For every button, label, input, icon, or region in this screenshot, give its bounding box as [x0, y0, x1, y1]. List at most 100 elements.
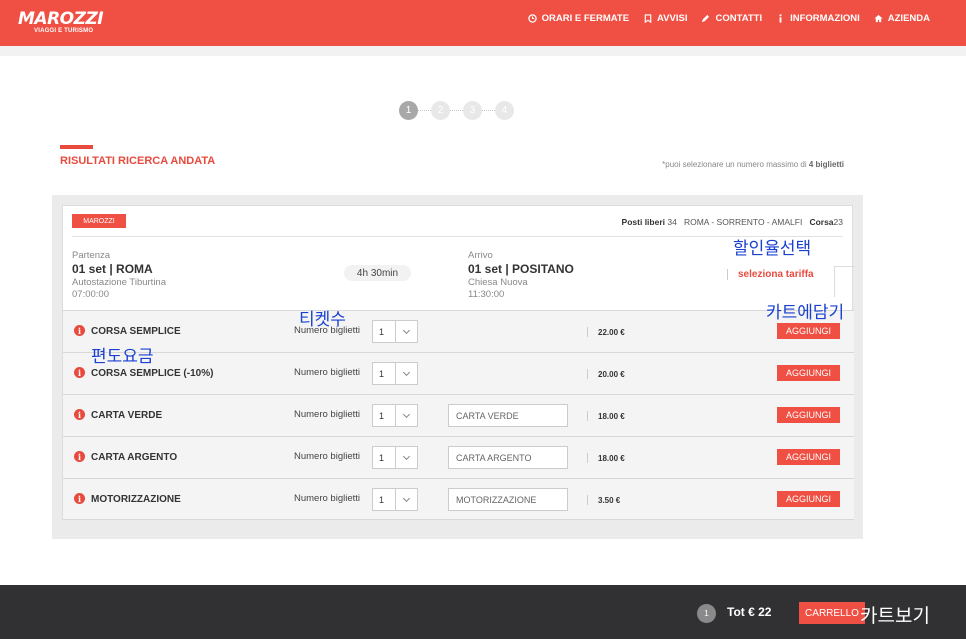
- operator-badge: MAROZZI: [72, 214, 126, 228]
- qty-value: 1: [373, 321, 396, 342]
- trip-duration: 4h 30min: [344, 265, 411, 281]
- add-to-cart-button[interactable]: AGGIUNGI: [777, 449, 840, 465]
- departure-label: Partenza: [72, 250, 111, 261]
- marozzi-logo[interactable]: MAROZZI VIAGGI E TURISMO: [18, 10, 108, 40]
- fare-price: 18.00 €: [598, 412, 625, 421]
- info-icon[interactable]: i: [74, 493, 85, 504]
- route-name: ROMA - SORRENTO - AMALFI: [683, 217, 803, 227]
- chevron-down-icon: [396, 321, 417, 342]
- price-separator: [587, 327, 588, 337]
- fare-price: 20.00 €: [598, 370, 625, 379]
- fare-row-corsa-semplice: i CORSA SEMPLICE Numero biglietti 1 22.0…: [63, 310, 854, 352]
- nav-avvisi[interactable]: AVVISI: [643, 13, 687, 24]
- info-icon[interactable]: i: [74, 325, 85, 336]
- nav-orari-e-fermate[interactable]: ORARI E FERMATE: [527, 13, 629, 24]
- clock-icon: [527, 14, 537, 23]
- ticket-quantity-select[interactable]: 1: [372, 488, 418, 511]
- annotation-discount-select: 할인율선택: [733, 239, 812, 259]
- corsa-label: Corsa: [809, 217, 834, 227]
- price-separator: [587, 495, 588, 505]
- card-number-input[interactable]: [448, 404, 568, 427]
- ticket-quantity-select[interactable]: 1: [372, 446, 418, 469]
- fare-name: CARTA VERDE: [91, 410, 163, 421]
- arrival-time: 11:30:00: [468, 289, 505, 300]
- departure-date-city: 01 set | ROMA: [72, 262, 153, 276]
- ticket-quantity-select[interactable]: 1: [372, 320, 418, 343]
- card-number-input[interactable]: [448, 446, 568, 469]
- fare-name: MOTORIZZAZIONE: [91, 494, 181, 505]
- cart-button[interactable]: CARRELLO: [799, 602, 865, 624]
- pencil-icon: [701, 14, 710, 23]
- trip-card: MAROZZI Posti liberi 34 ROMA - SORRENTO …: [62, 205, 855, 520]
- results-panel: MAROZZI Posti liberi 34 ROMA - SORRENTO …: [52, 195, 863, 539]
- info-icon[interactable]: i: [74, 367, 85, 378]
- arrival-station: Chiesa Nuova: [468, 277, 528, 288]
- card-number-input[interactable]: [448, 488, 568, 511]
- qty-label: Numero biglietti: [294, 409, 360, 420]
- corsa-value: 23: [833, 217, 843, 227]
- ticket-quantity-select[interactable]: 1: [372, 362, 418, 385]
- qty-value: 1: [373, 447, 396, 468]
- fare-name: CARTA ARGENTO: [91, 452, 178, 463]
- cart-count-badge: 1: [697, 604, 716, 623]
- nav-contatti[interactable]: CONTATTI: [701, 13, 762, 24]
- nav-label: CONTATTI: [715, 13, 763, 24]
- tariff-separator: [727, 269, 728, 280]
- price-separator: [587, 453, 588, 463]
- tariff-frame: [834, 266, 855, 297]
- annotation-view-cart: 카트보기: [860, 605, 930, 627]
- fare-row-motorizzazione: i MOTORIZZAZIONE Numero biglietti 1 3.50…: [63, 478, 854, 520]
- step-4: 4: [495, 100, 514, 120]
- departure-time: 07:00:00: [72, 289, 109, 300]
- ticket-quantity-select[interactable]: 1: [372, 404, 418, 427]
- fare-row-corsa-semplice-discount: i CORSA SEMPLICE (-10%) Numero biglietti…: [63, 352, 854, 394]
- step-3: 3: [463, 100, 482, 120]
- max-note-bold: 4 biglietti: [808, 160, 844, 169]
- step-2: 2: [431, 100, 450, 120]
- chevron-down-icon: [396, 447, 417, 468]
- add-to-cart-button[interactable]: AGGIUNGI: [777, 365, 840, 381]
- qty-label: Numero biglietti: [294, 493, 360, 504]
- price-separator: [587, 411, 588, 421]
- fare-row-carta-argento: i CARTA ARGENTO Numero biglietti 1 18.00…: [63, 436, 854, 478]
- step-connector: [418, 109, 431, 111]
- info-icon: [776, 14, 785, 23]
- bookmark-icon: [643, 14, 652, 24]
- main-nav: ORARI E FERMATE AVVISI CONTATTI INFORMAZ…: [527, 13, 930, 24]
- info-icon[interactable]: i: [74, 451, 85, 462]
- add-to-cart-button[interactable]: AGGIUNGI: [777, 491, 840, 507]
- step-connector: [482, 109, 495, 111]
- nav-informazioni[interactable]: INFORMAZIONI: [776, 13, 860, 24]
- nav-azienda[interactable]: AZIENDA: [874, 13, 930, 24]
- fare-row-carta-verde: i CARTA VERDE Numero biglietti 1 18.00 €…: [63, 394, 854, 436]
- step-1: 1: [399, 100, 418, 120]
- header-subbar: [0, 46, 966, 56]
- qty-value: 1: [373, 405, 396, 426]
- add-to-cart-button[interactable]: AGGIUNGI: [777, 407, 840, 423]
- nav-label: AVVISI: [657, 13, 688, 24]
- fare-name: CORSA SEMPLICE (-10%): [91, 368, 214, 379]
- home-icon: [874, 14, 883, 23]
- max-tickets-note: *puoi selezionare un numero massimo di 4…: [662, 160, 844, 169]
- logo-subtitle: VIAGGI E TURISMO: [34, 28, 94, 34]
- nav-label: AZIENDA: [887, 13, 930, 24]
- qty-value: 1: [373, 489, 396, 510]
- progress-stepper: 1 2 3 4: [399, 100, 514, 120]
- route-info: Posti liberi 34 ROMA - SORRENTO - AMALFI…: [622, 217, 843, 227]
- step-connector: [450, 109, 463, 111]
- chevron-down-icon: [396, 405, 417, 426]
- info-icon[interactable]: i: [74, 409, 85, 420]
- card-divider: [72, 236, 843, 237]
- section-title: RISULTATI RICERCA ANDATA: [60, 155, 216, 167]
- fare-price: 3.50 €: [598, 496, 621, 505]
- logo-name: MAROZZI: [18, 9, 104, 29]
- add-to-cart-button[interactable]: AGGIUNGI: [777, 323, 840, 339]
- fare-price: 22.00 €: [598, 328, 625, 337]
- qty-value: 1: [373, 363, 396, 384]
- cart-total: Tot € 22: [727, 605, 772, 619]
- departure-station: Autostazione Tiburtina: [72, 277, 167, 288]
- annotation-add-to-cart: 카트에담기: [766, 303, 845, 323]
- nav-label: INFORMAZIONI: [790, 13, 860, 24]
- qty-label: Numero biglietti: [294, 451, 360, 462]
- chevron-down-icon: [396, 489, 417, 510]
